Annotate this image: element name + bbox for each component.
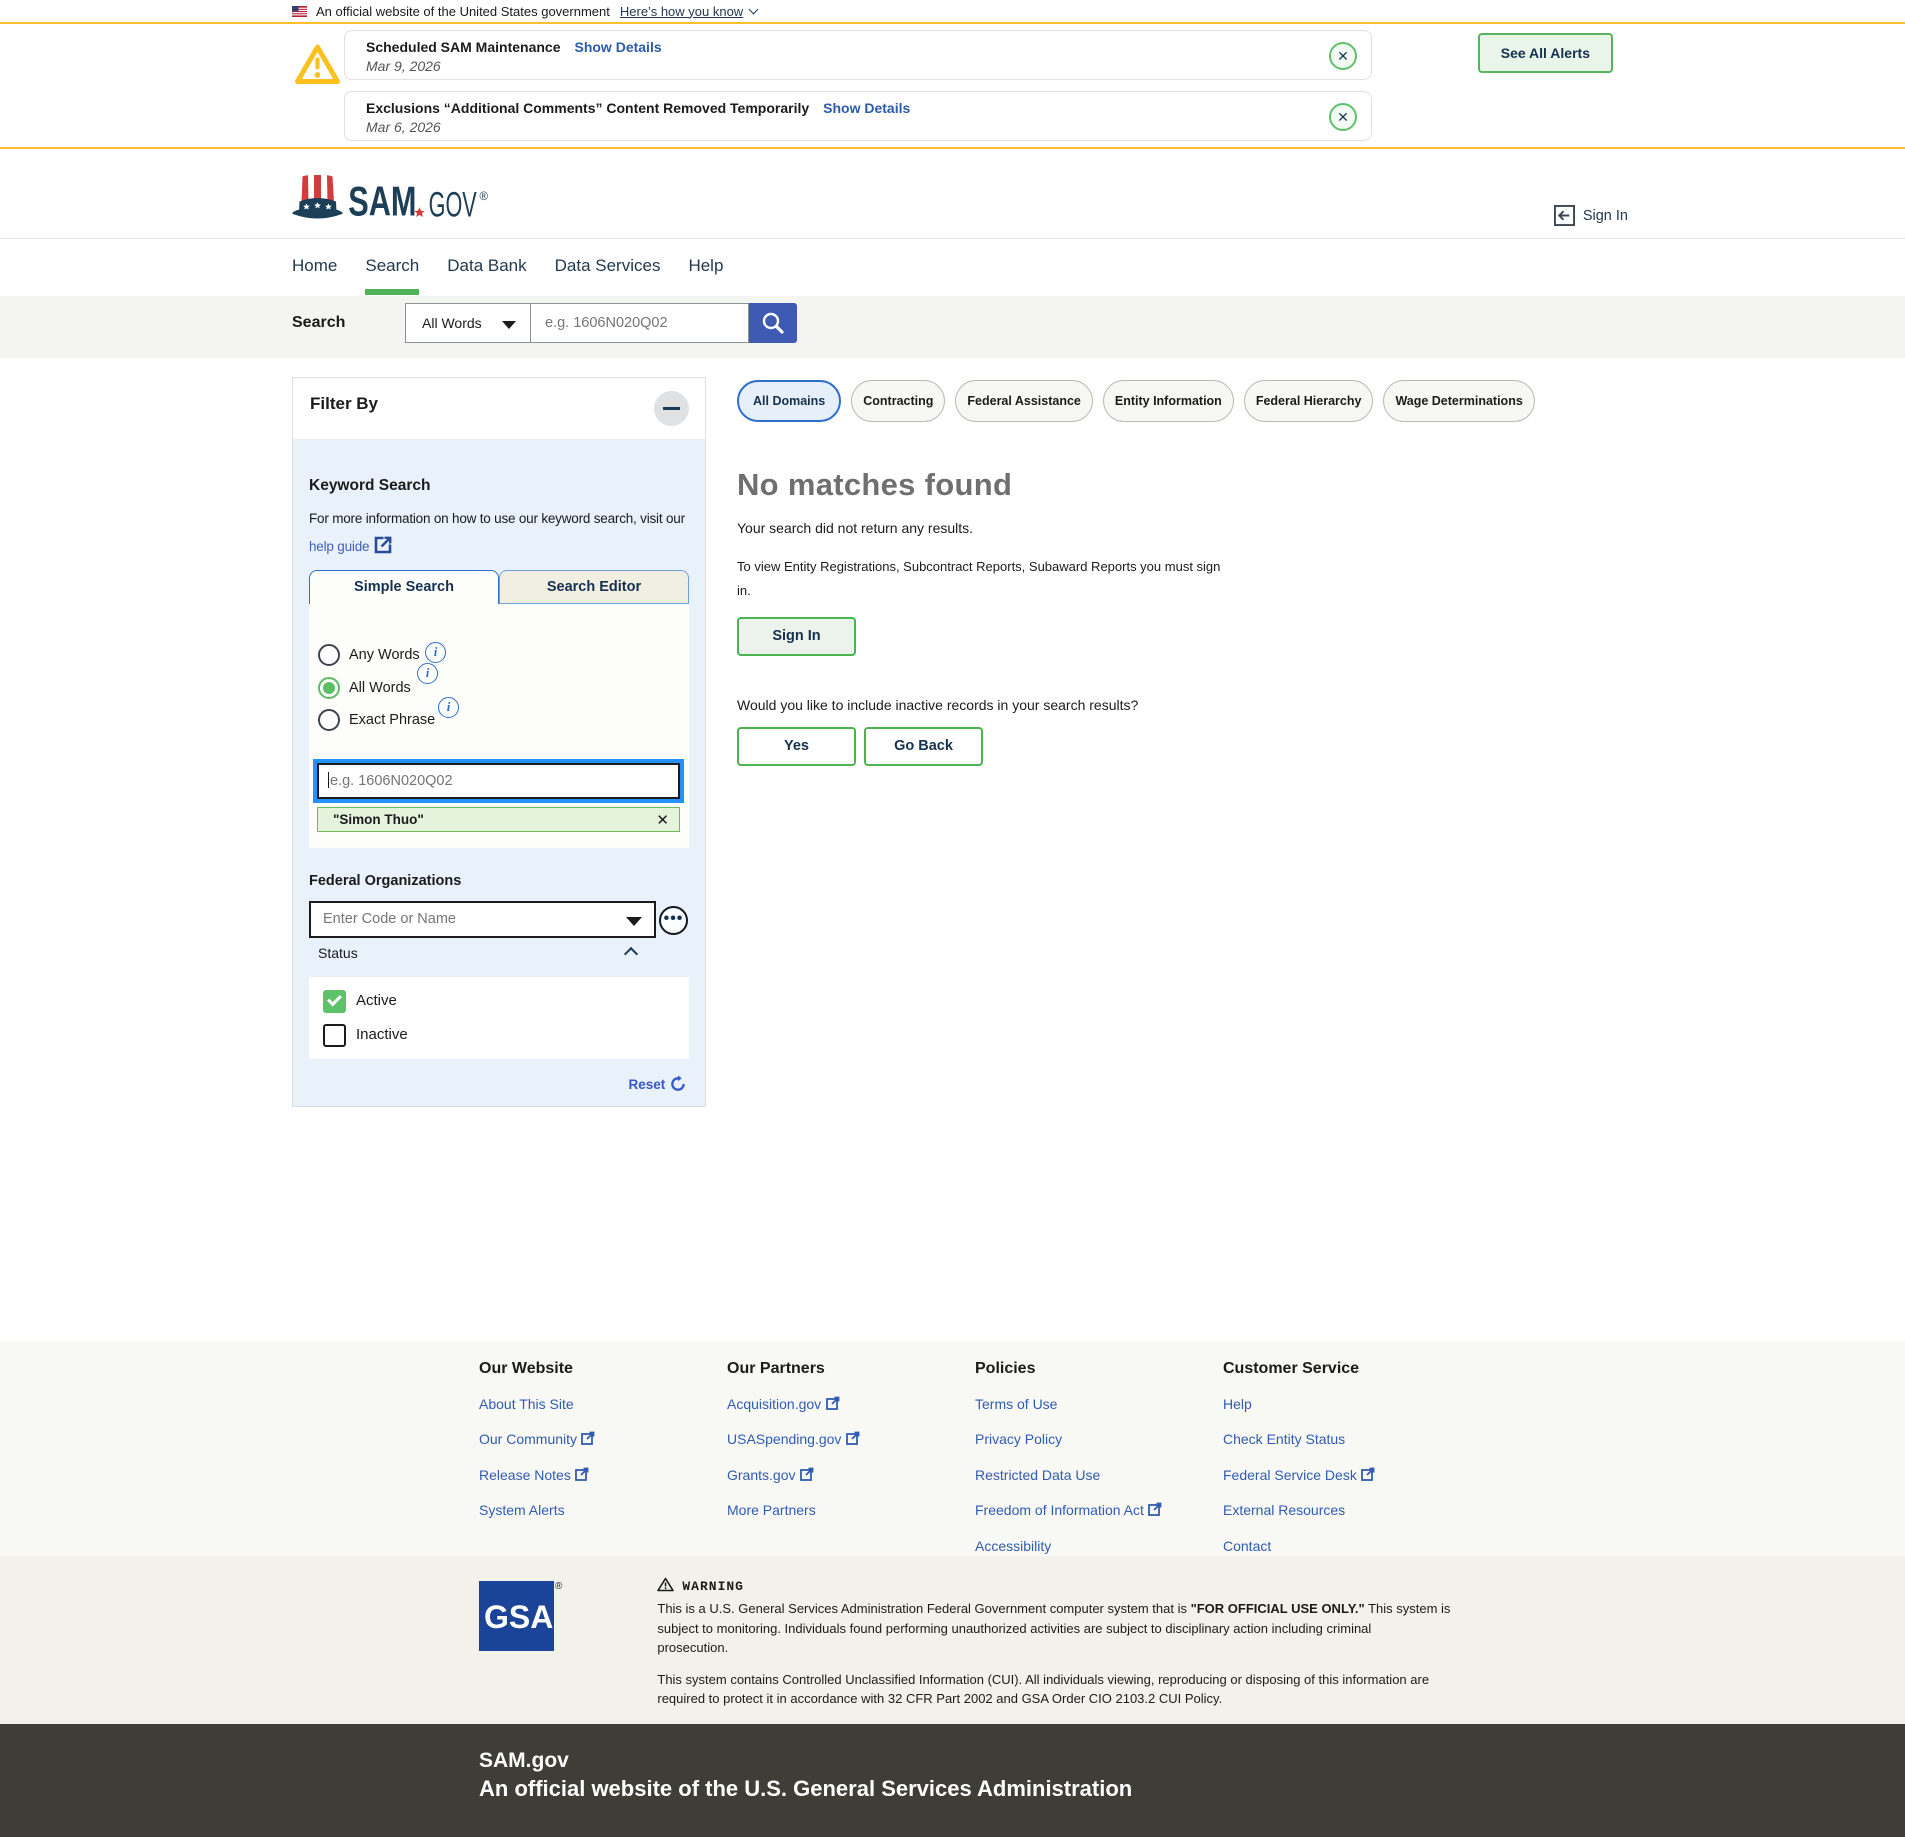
svg-text:SAM: SAM — [348, 178, 416, 223]
svg-text:GSA: GSA — [484, 1599, 553, 1635]
svg-text:GOV: GOV — [429, 185, 477, 223]
svg-text:®: ® — [480, 191, 489, 203]
